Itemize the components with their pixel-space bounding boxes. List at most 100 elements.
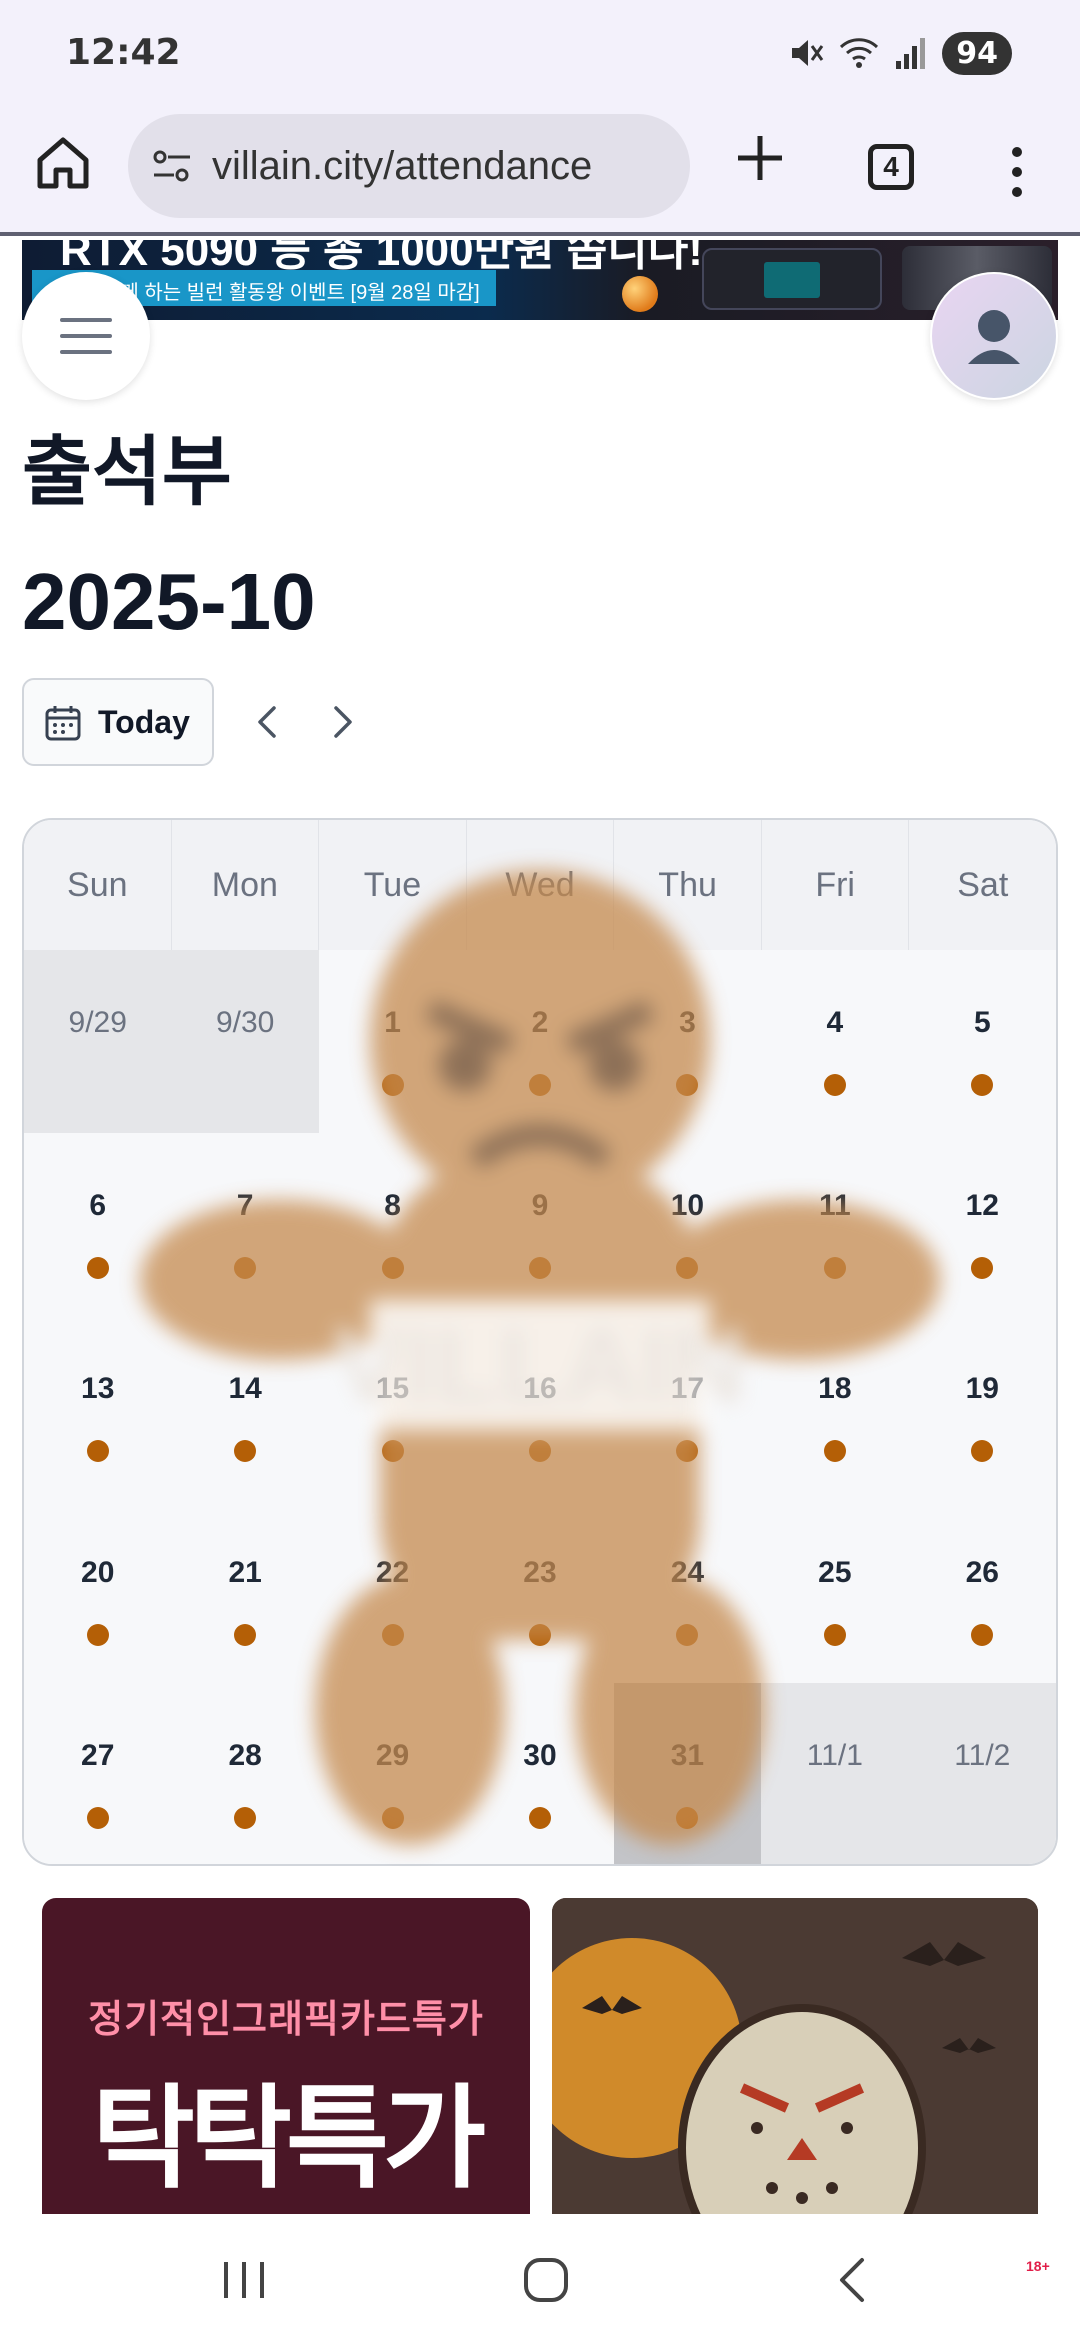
calendar-day-cell[interactable]: 8 — [318, 1133, 467, 1317]
attendance-dot — [381, 1623, 404, 1646]
wifi-icon — [840, 38, 879, 68]
calendar-date-label: 21 — [228, 1555, 262, 1589]
attendance-dot — [234, 1257, 257, 1280]
attendance-dot — [971, 1257, 994, 1280]
attendance-dot — [676, 1623, 699, 1646]
calendar-day-cell[interactable]: 6 — [24, 1133, 172, 1317]
calendar-date-label: 1 — [384, 1006, 401, 1039]
calendar-date-label: 15 — [375, 1372, 410, 1406]
calendar-day-cell[interactable]: 3 — [613, 950, 762, 1134]
attendance-dot — [823, 1074, 846, 1096]
calendar-day-cell[interactable]: 27 — [24, 1682, 172, 1864]
home-nav-icon[interactable] — [522, 2256, 570, 2304]
calendar-day-cell[interactable]: 30 — [466, 1682, 614, 1864]
calendar-day-cell[interactable]: 7 — [171, 1133, 319, 1317]
event-banner[interactable]: RTX 5090 등 총 1000만원 쏩니다! 이 함께 하는 빌런 활동왕 … — [22, 240, 1058, 320]
month-title: 2025-10 — [22, 557, 316, 646]
calendar-day-cell[interactable]: 14 — [171, 1316, 319, 1500]
calendar-date-label: 20 — [81, 1555, 115, 1589]
next-month-chevron-icon[interactable] — [322, 700, 362, 744]
attendance-dot — [528, 1623, 551, 1646]
attendance-dot — [234, 1806, 257, 1829]
attendance-dot — [381, 1257, 404, 1280]
weekday-header-sat: Sat — [909, 820, 1056, 950]
attendance-dot — [86, 1440, 109, 1463]
attendance-dot — [676, 1806, 699, 1829]
attendance-dot — [528, 1257, 551, 1280]
calendar-day-cell[interactable]: 10 — [613, 1133, 762, 1317]
signal-icon — [896, 38, 926, 69]
calendar-day-cell[interactable]: 9 — [466, 1133, 614, 1317]
attendance-dot — [971, 1074, 994, 1096]
system-navigation-bar: 18+ — [0, 2214, 1080, 2340]
calendar-date-label: 29 — [375, 1738, 410, 1772]
calendar-day-cell[interactable]: 28 — [171, 1682, 319, 1864]
calendar-day-cell[interactable]: 31 — [613, 1682, 762, 1864]
promo-card-halloween[interactable] — [552, 1898, 1038, 2214]
more-menu-icon[interactable] — [1000, 142, 1034, 202]
calendar-day-cell[interactable]: 19 — [908, 1316, 1056, 1500]
calendar-day-cell[interactable]: 16 — [466, 1316, 614, 1500]
calendar-date-label: 31 — [670, 1738, 705, 1772]
calendar-day-cell[interactable]: 24 — [613, 1499, 762, 1683]
tab-switcher-button[interactable]: 4 — [868, 144, 914, 190]
address-bar[interactable]: villain.city/attendance — [128, 114, 690, 218]
url-text[interactable]: villain.city/attendance — [212, 144, 592, 189]
weekday-header: Sun Mon Tue Wed Thu Fri Sat — [24, 820, 1056, 950]
calendar-day-cell[interactable]: 17 — [613, 1316, 762, 1500]
calendar-date-label: 11/2 — [954, 1738, 1011, 1772]
weekday-header-mon: Mon — [171, 820, 320, 950]
calendar-day-cell[interactable]: 4 — [761, 950, 909, 1134]
calendar-date-label: 26 — [965, 1555, 999, 1589]
new-tab-icon[interactable] — [730, 128, 790, 188]
attendance-dot — [86, 1623, 109, 1646]
user-icon — [932, 274, 1056, 398]
banner-handheld-image — [702, 248, 882, 310]
calendar-date-label: 10 — [670, 1189, 705, 1223]
calendar-date-label: 9 — [531, 1189, 549, 1223]
recent-apps-icon[interactable] — [220, 2258, 268, 2302]
calendar-day-cell[interactable]: 12 — [908, 1133, 1056, 1317]
today-button[interactable]: Today — [22, 678, 214, 766]
page-title: 출석부 — [22, 427, 232, 516]
status-icons: 94 — [788, 30, 1012, 76]
weekday-header-sun: Sun — [24, 820, 172, 950]
calendar-day-cell[interactable]: 9/29 — [24, 950, 172, 1134]
calendar-day-cell[interactable]: 22 — [318, 1499, 467, 1683]
prev-month-chevron-icon[interactable] — [248, 700, 288, 744]
calendar-date-label: 24 — [670, 1555, 705, 1589]
calendar-day-cell[interactable]: 23 — [466, 1499, 614, 1683]
calendar-day-cell[interactable]: 11 — [761, 1133, 909, 1317]
hamburger-menu-button[interactable] — [22, 272, 150, 400]
attendance-dot — [528, 1806, 551, 1829]
attendance-calendar: Sun Mon Tue Wed Thu Fri Sat 9/29 9/30 1 2 3 4 5 6 7 8 9 1… — [22, 818, 1058, 1866]
calendar-day-cell[interactable]: 18 — [761, 1316, 909, 1500]
status-time: 12:42 — [66, 32, 181, 73]
calendar-day-cell[interactable]: 2 — [466, 950, 614, 1134]
site-settings-icon[interactable] — [150, 146, 194, 186]
weekday-header-fri: Fri — [761, 820, 910, 950]
user-avatar-button[interactable] — [930, 272, 1058, 400]
calendar-day-cell[interactable]: 11/1 — [761, 1682, 909, 1864]
home-icon[interactable] — [30, 130, 96, 196]
calendar-day-cell[interactable]: 9/30 — [171, 950, 319, 1134]
back-nav-icon[interactable] — [832, 2256, 872, 2304]
calendar-day-cell[interactable]: 21 — [171, 1499, 319, 1683]
attendance-dot — [528, 1074, 551, 1096]
attendance-dot — [381, 1806, 404, 1829]
calendar-day-cell[interactable]: 25 — [761, 1499, 909, 1683]
age-rating-badge: 18+ — [1026, 2258, 1050, 2274]
calendar-day-cell[interactable]: 11/2 — [908, 1682, 1056, 1864]
attendance-dot — [86, 1257, 109, 1280]
calendar-day-cell[interactable]: 26 — [908, 1499, 1056, 1683]
calendar-day-cell[interactable]: 20 — [24, 1499, 172, 1683]
promo-card-gpu-deal[interactable]: 정기적인그래픽카드특가 탁탁특가 — [42, 1898, 530, 2214]
calendar-day-cell[interactable]: 13 — [24, 1316, 172, 1500]
calendar-day-cell[interactable]: 1 — [318, 950, 467, 1134]
calendar-day-cell[interactable]: 5 — [908, 950, 1056, 1134]
calendar-day-cell[interactable]: 29 — [318, 1682, 467, 1864]
calendar-date-label: 27 — [81, 1738, 115, 1772]
calendar-day-cell[interactable]: 15 — [318, 1316, 467, 1500]
calendar-date-label: 22 — [375, 1555, 410, 1589]
mute-icon — [792, 40, 824, 66]
